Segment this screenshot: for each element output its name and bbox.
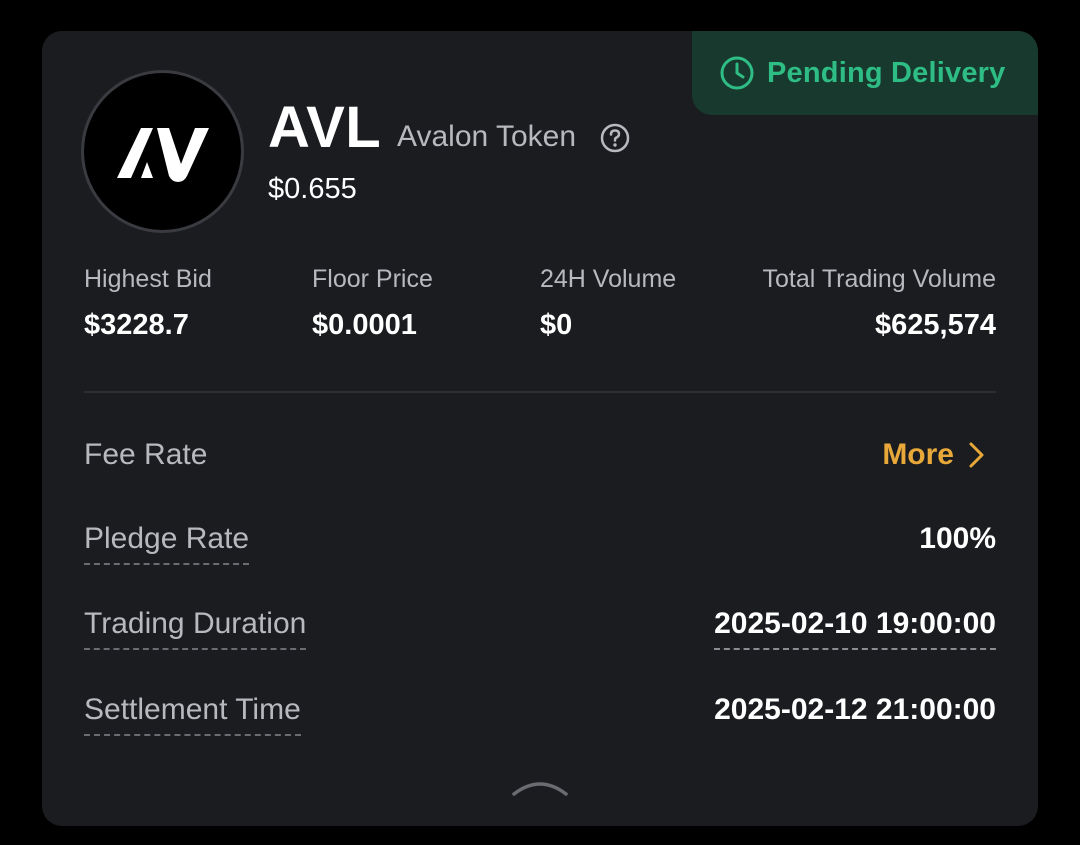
stat-value: $0 [540,309,573,341]
clock-icon [720,56,754,90]
settlement-time-label[interactable]: Settlement Time [84,688,301,736]
status-badge: Pending Delivery [692,31,1038,115]
pledge-rate-row: Pledge Rate 100% [84,517,996,565]
stat-highest-bid: Highest Bid $3228.7 [84,261,212,345]
stat-floor-price: Floor Price $0.0001 [312,261,433,345]
fee-rate-row: Fee Rate More [84,433,996,477]
chevron-right-icon [969,442,984,468]
token-card: Pending Delivery AVL Avalon Token $0.655… [42,31,1038,826]
avalon-logo-icon [116,127,209,182]
trading-duration-value[interactable]: 2025-02-10 19:00:00 [714,602,996,650]
token-ticker: AVL [268,95,382,160]
stat-value: $0.0001 [312,309,417,341]
stat-label: 24H Volume [540,265,677,293]
stat-value: $625,574 [875,309,996,341]
stat-label: Highest Bid [84,265,212,293]
trading-duration-label[interactable]: Trading Duration [84,602,307,650]
token-logo [84,73,241,230]
token-name: Avalon Token [397,120,577,153]
settlement-time-value: 2025-02-12 21:00:00 [714,693,996,726]
help-icon[interactable] [599,122,631,154]
stat-value: $3228.7 [84,309,189,341]
fee-rate-label: Fee Rate [84,438,208,471]
stat-label: Floor Price [312,265,433,293]
stats-row: Highest Bid $3228.7 Floor Price $0.0001 … [84,261,996,351]
token-price: $0.655 [268,173,357,205]
settlement-time-row: Settlement Time 2025-02-12 21:00:00 [84,688,996,736]
stat-total-trading-volume: Total Trading Volume $625,574 [763,261,996,345]
status-label: Pending Delivery [767,56,1006,89]
more-link-label: More [882,438,954,471]
pledge-rate-value: 100% [919,522,996,555]
chevron-up-icon[interactable] [510,771,570,801]
more-link[interactable]: More [882,433,988,477]
stat-label: Total Trading Volume [762,265,996,293]
trading-duration-row: Trading Duration 2025-02-10 19:00:00 [84,602,996,650]
stat-24h-volume: 24H Volume $0 [540,261,676,345]
pledge-rate-label[interactable]: Pledge Rate [84,517,250,565]
divider [84,391,996,393]
